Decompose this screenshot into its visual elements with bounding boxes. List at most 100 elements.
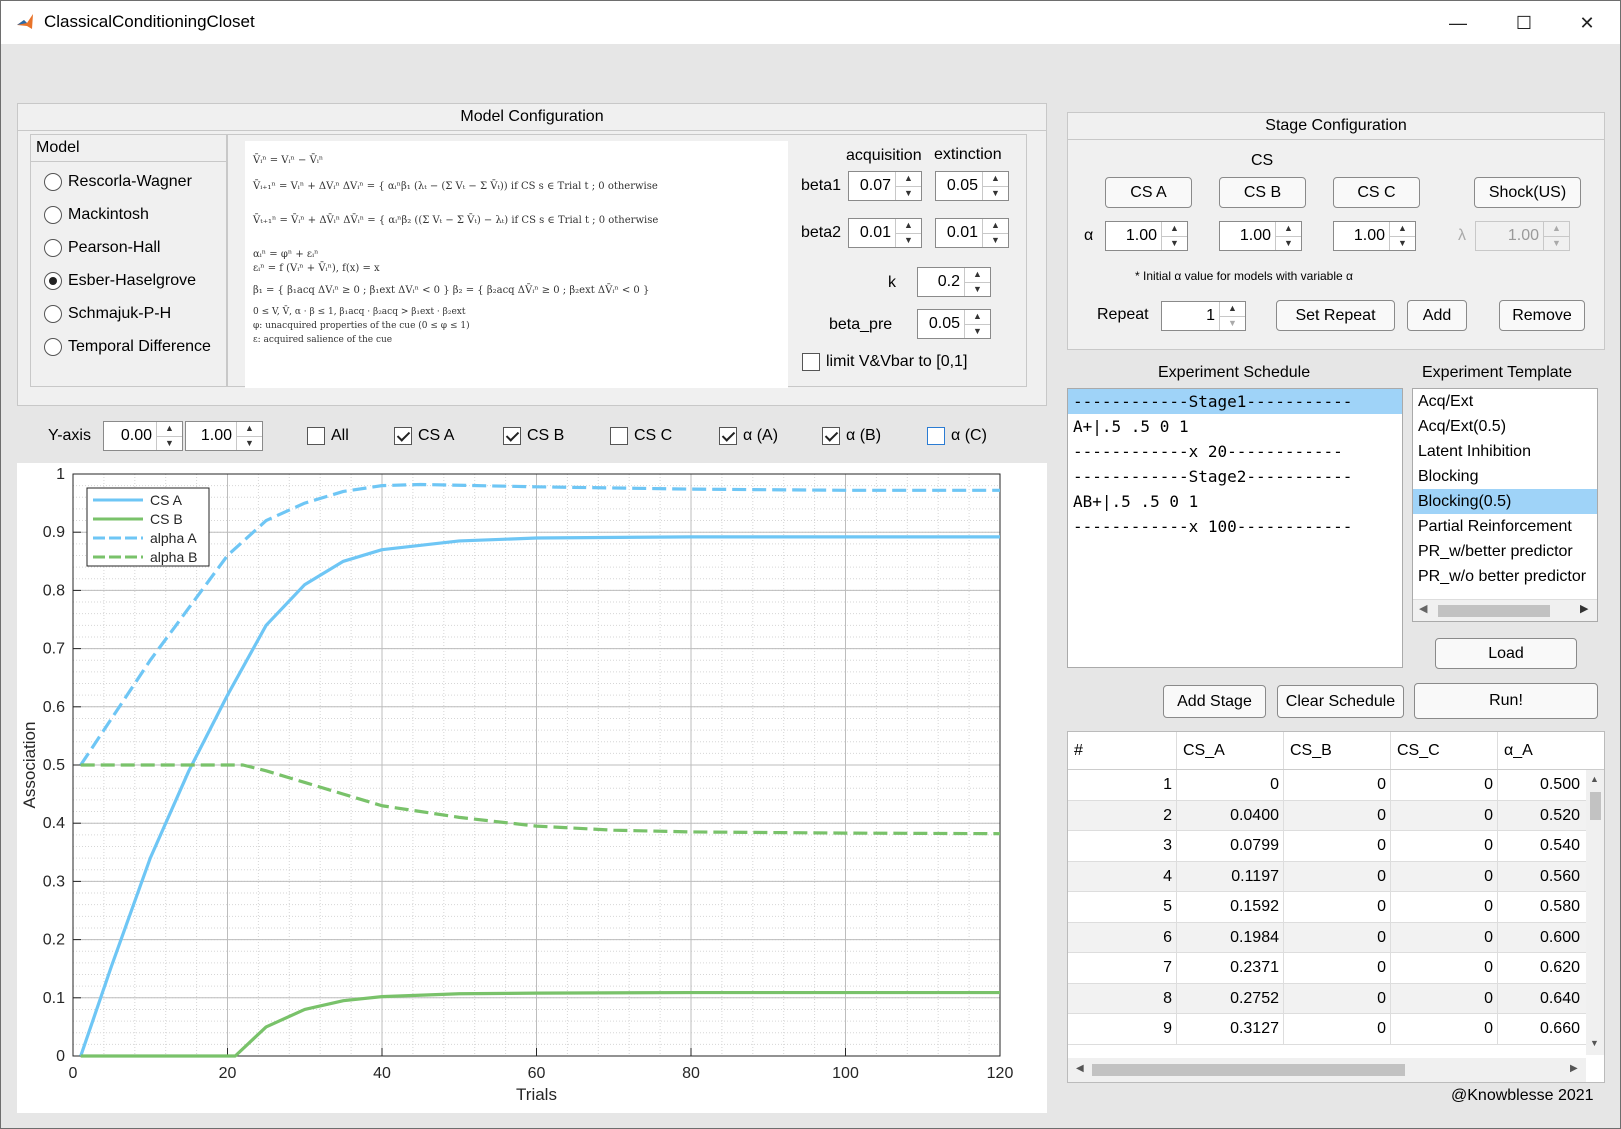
table-cell[interactable]: 0.600 xyxy=(1498,923,1584,953)
table-cell[interactable]: 0 xyxy=(1284,1014,1391,1044)
table-cell[interactable]: 0 xyxy=(1391,861,1498,891)
table-cell[interactable]: 0 xyxy=(1391,892,1498,922)
table-vscrollbar[interactable]: ▲ ▼ xyxy=(1586,770,1604,1055)
close-button[interactable]: ✕ xyxy=(1564,1,1610,45)
scroll-left-icon[interactable]: ◀ xyxy=(1076,1063,1084,1074)
schedule-line[interactable]: ------------Stage2----------- xyxy=(1068,464,1402,489)
add-stage-button[interactable]: Add Stage xyxy=(1163,685,1266,718)
template-item[interactable]: Blocking xyxy=(1413,464,1597,489)
radio-mackintosh[interactable]: Mackintosh xyxy=(44,203,211,227)
table-cell[interactable]: 0 xyxy=(1284,770,1391,800)
add-button[interactable]: Add xyxy=(1407,300,1467,331)
column-header[interactable]: CS_C xyxy=(1391,732,1498,769)
spin-up-icon[interactable]: ▲ xyxy=(157,422,182,436)
scroll-right-icon[interactable]: ▶ xyxy=(1580,602,1588,615)
table-cell[interactable]: 8 xyxy=(1068,983,1177,1013)
table-cell[interactable]: 0.560 xyxy=(1498,862,1584,892)
table-hscrollbar[interactable]: ◀ ▶ xyxy=(1068,1058,1586,1082)
alpha-b-spinner[interactable]: 1.00 ▲ ▼ xyxy=(1219,221,1302,251)
spin-down-icon[interactable]: ▼ xyxy=(1390,235,1415,251)
schedule-line[interactable]: ------------x 100------------ xyxy=(1068,514,1402,539)
spin-down-icon[interactable]: ▼ xyxy=(896,185,921,201)
table-cell[interactable]: 0.2752 xyxy=(1177,983,1284,1013)
template-item[interactable]: PR_w/o better predictor xyxy=(1413,564,1597,589)
table-cell[interactable]: 0 xyxy=(1391,953,1498,983)
table-cell[interactable]: 0.580 xyxy=(1498,892,1584,922)
table-cell[interactable]: 0.620 xyxy=(1498,953,1584,983)
column-header[interactable]: CS_A xyxy=(1177,732,1284,769)
table-cell[interactable]: 0 xyxy=(1284,800,1391,830)
spin-down-icon[interactable]: ▼ xyxy=(896,232,921,248)
schedule-line[interactable]: A+|.5 .5 0 1 xyxy=(1068,414,1402,439)
table-cell[interactable]: 0.0400 xyxy=(1177,800,1284,830)
table-cell[interactable]: 0.1592 xyxy=(1177,892,1284,922)
scrollbar-thumb[interactable] xyxy=(1438,605,1550,617)
spin-down-icon[interactable]: ▼ xyxy=(237,435,262,451)
spin-up-icon[interactable]: ▲ xyxy=(896,172,921,186)
radio-temporal-difference[interactable]: Temporal Difference xyxy=(44,335,211,359)
schedule-line[interactable]: AB+|.5 .5 0 1 xyxy=(1068,489,1402,514)
beta2-acq-spinner[interactable]: 0.01 ▲ ▼ xyxy=(848,218,922,248)
table-cell[interactable]: 0 xyxy=(1284,953,1391,983)
template-item[interactable]: Latent Inhibition xyxy=(1413,439,1597,464)
spin-up-icon[interactable]: ▲ xyxy=(896,219,921,233)
table-row[interactable]: 4 0.1197 0 0 0.560 xyxy=(1068,861,1604,892)
table-cell[interactable]: 3 xyxy=(1068,831,1177,861)
load-button[interactable]: Load xyxy=(1435,638,1577,669)
table-row[interactable]: 6 0.1984 0 0 0.600 xyxy=(1068,922,1604,953)
table-cell[interactable]: 9 xyxy=(1068,1014,1177,1044)
check-all[interactable]: All xyxy=(307,427,349,445)
spin-down-icon[interactable]: ▼ xyxy=(965,323,990,339)
table-cell[interactable]: 2 xyxy=(1068,800,1177,830)
template-item[interactable]: Blocking(0.5) xyxy=(1413,489,1597,514)
remove-button[interactable]: Remove xyxy=(1499,300,1585,331)
cs-c-button[interactable]: CS C xyxy=(1333,177,1420,208)
table-cell[interactable]: 0.520 xyxy=(1498,801,1584,831)
ymax-spinner[interactable]: 1.00 ▲ ▼ xyxy=(185,421,263,451)
clear-schedule-button[interactable]: Clear Schedule xyxy=(1277,685,1404,718)
table-cell[interactable]: 0 xyxy=(1391,831,1498,861)
scrollbar-thumb[interactable] xyxy=(1092,1064,1405,1076)
table-row[interactable]: 9 0.3127 0 0 0.660 xyxy=(1068,1014,1604,1045)
scroll-up-icon[interactable]: ▲ xyxy=(1590,774,1599,784)
alpha-c-spinner[interactable]: 1.00 ▲ ▼ xyxy=(1333,221,1416,251)
beta2-ext-spinner[interactable]: 0.01 ▲ ▼ xyxy=(935,218,1009,248)
spin-down-icon[interactable]: ▼ xyxy=(157,435,182,451)
spin-up-icon[interactable]: ▲ xyxy=(965,310,990,324)
table-row[interactable]: 2 0.0400 0 0 0.520 xyxy=(1068,800,1604,831)
table-cell[interactable]: 0 xyxy=(1391,983,1498,1013)
beta1-acq-spinner[interactable]: 0.07 ▲ ▼ xyxy=(848,171,922,201)
table-cell[interactable]: 0 xyxy=(1284,892,1391,922)
scroll-left-icon[interactable]: ◀ xyxy=(1419,602,1427,615)
check-alpha-a[interactable]: α (A) xyxy=(719,427,778,445)
table-cell[interactable]: 0 xyxy=(1391,922,1498,952)
check-cs-c[interactable]: CS C xyxy=(610,427,672,445)
column-header[interactable]: α_A xyxy=(1498,732,1584,769)
spin-up-icon[interactable]: ▲ xyxy=(1220,302,1245,316)
limit-v-checkbox[interactable]: limit V&Vbar to [0,1] xyxy=(802,353,967,371)
template-item[interactable]: PR_w/better predictor xyxy=(1413,539,1597,564)
template-list[interactable]: Acq/Ext Acq/Ext(0.5) Latent Inhibition B… xyxy=(1412,388,1598,622)
shock-us-button[interactable]: Shock(US) xyxy=(1474,177,1581,208)
check-alpha-b[interactable]: α (B) xyxy=(822,427,881,445)
radio-pearson-hall[interactable]: Pearson-Hall xyxy=(44,236,211,260)
radio-schmajuk-p-h[interactable]: Schmajuk-P-H xyxy=(44,302,211,326)
check-cs-b[interactable]: CS B xyxy=(503,427,564,445)
table-cell[interactable]: 0.1197 xyxy=(1177,861,1284,891)
minimize-button[interactable]: — xyxy=(1435,1,1481,45)
alpha-a-spinner[interactable]: 1.00 ▲ ▼ xyxy=(1105,221,1188,251)
table-cell[interactable]: 0 xyxy=(1177,770,1284,800)
template-hscrollbar[interactable]: ◀ ▶ xyxy=(1413,599,1597,621)
k-spinner[interactable]: 0.2 ▲ ▼ xyxy=(917,267,991,297)
column-header[interactable]: CS_B xyxy=(1284,732,1391,769)
table-row[interactable]: 3 0.0799 0 0 0.540 xyxy=(1068,831,1604,862)
table-cell[interactable]: 0 xyxy=(1284,831,1391,861)
table-cell[interactable]: 0 xyxy=(1284,922,1391,952)
template-item[interactable]: Acq/Ext xyxy=(1413,389,1597,414)
schedule-line[interactable]: ------------x 20------------ xyxy=(1068,439,1402,464)
table-row[interactable]: 7 0.2371 0 0 0.620 xyxy=(1068,953,1604,984)
table-row[interactable]: 1 0 0 0 0.500 xyxy=(1068,770,1604,801)
table-row[interactable]: 5 0.1592 0 0 0.580 xyxy=(1068,892,1604,923)
column-header[interactable]: # xyxy=(1068,732,1177,769)
table-cell[interactable]: 0.2371 xyxy=(1177,953,1284,983)
